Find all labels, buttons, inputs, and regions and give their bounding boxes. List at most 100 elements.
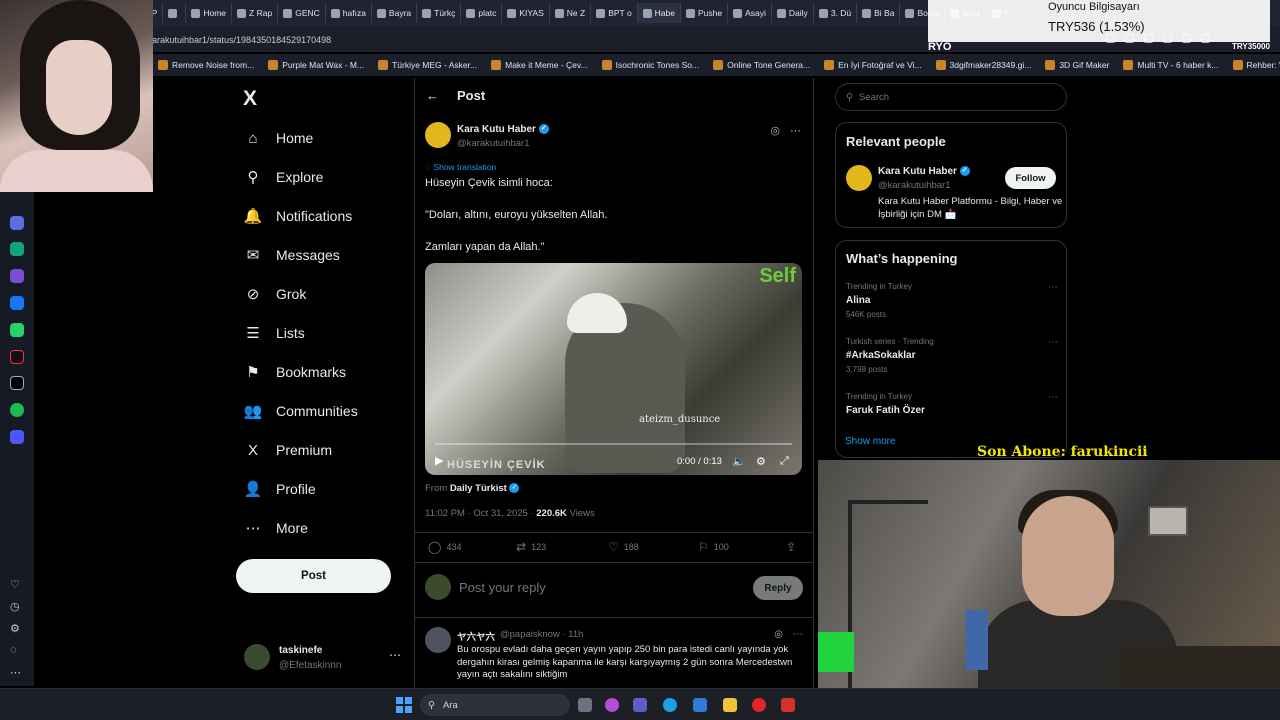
trend-item[interactable]: Trending in Turkey Alina 546K posts ⋯ — [846, 282, 1058, 319]
nav-item-grok[interactable]: ⊘ Grok — [244, 282, 307, 306]
browser-tab[interactable]: GENC — [278, 3, 326, 23]
bookmark-item[interactable]: Türkiye MEG - Asker... — [378, 60, 477, 70]
tiktok-icon[interactable] — [10, 350, 24, 364]
more-icon[interactable]: ⋯ — [389, 648, 401, 662]
follow-button[interactable]: Follow — [1005, 167, 1056, 189]
browser-tab[interactable]: Pushe — [681, 3, 729, 23]
reply-author-handle[interactable]: @papaisknow · 11h — [500, 629, 583, 640]
nav-item-more[interactable]: ⋯ More — [244, 516, 308, 540]
author-handle[interactable]: @karakutuihbar1 — [457, 138, 530, 149]
nav-item-communities[interactable]: 👥 Communities — [244, 399, 358, 423]
relevant-handle[interactable]: @karakutuihbar1 — [878, 180, 951, 191]
nav-item-home[interactable]: ⌂ Home — [244, 126, 313, 150]
x-icon[interactable] — [10, 376, 24, 390]
more-icon[interactable]: ⋯ — [10, 666, 21, 679]
reply-action[interactable]: ◯ 434 — [428, 540, 461, 554]
bulb-icon[interactable]: ◌ — [10, 644, 17, 656]
clock-icon[interactable]: ◷ — [10, 600, 20, 613]
browser-tab[interactable]: Türkç — [417, 3, 462, 23]
chatgpt-icon[interactable] — [10, 242, 24, 256]
browser-tab[interactable]: Home — [186, 3, 233, 23]
explorer-icon[interactable] — [723, 698, 737, 712]
avatar[interactable] — [425, 122, 451, 148]
play-icon[interactable]: ▶ — [435, 454, 443, 467]
bookmark-item[interactable]: En İyi Fotoğraf ve Vi... — [824, 60, 922, 70]
browser-tab[interactable]: Bayra — [372, 3, 418, 23]
more-icon[interactable]: ⋯ — [790, 124, 801, 137]
post-timestamp[interactable]: 11:02 PM · Oct 31, 2025 · — [425, 508, 534, 519]
search-input[interactable]: ⚲ Search — [835, 83, 1067, 111]
trend-item[interactable]: Trending in Turkey Faruk Fatih Özer ⋯ — [846, 392, 1058, 416]
nav-item-notifications[interactable]: 🔔 Notifications — [244, 204, 353, 228]
nav-item-profile[interactable]: 👤 Profile — [244, 477, 316, 501]
bookmark-item[interactable]: 3D Gif Maker — [1045, 60, 1109, 70]
trend-item[interactable]: Turkish series · Trending #ArkaSokaklar … — [846, 337, 1058, 374]
bookmark-item[interactable]: Make it Meme - Çev... — [491, 60, 588, 70]
more-icon[interactable]: ⋯ — [793, 629, 803, 640]
teams-icon[interactable] — [633, 698, 647, 712]
store-icon[interactable] — [693, 698, 707, 712]
copilot-icon[interactable] — [605, 698, 619, 712]
nav-item-premium[interactable]: X Premium — [244, 438, 332, 462]
windows-start-icon[interactable] — [396, 697, 412, 713]
bookmark-item[interactable]: Multi TV - 6 haber k... — [1123, 60, 1219, 70]
fullscreen-icon[interactable]: ⤢ — [780, 455, 789, 468]
volume-icon[interactable]: 🔈 — [732, 455, 746, 468]
show-translation-link[interactable]: ◌ Show translation — [426, 162, 496, 172]
browser-tab[interactable]: Bi Ba — [857, 3, 901, 23]
reply-input[interactable]: Post your reply — [459, 580, 546, 595]
x-logo[interactable]: X — [243, 87, 257, 111]
settings-gear-icon[interactable]: ⚙ — [756, 455, 766, 468]
source-account-link[interactable]: Daily Türkist — [450, 483, 507, 494]
like-action[interactable]: ♡ 188 — [608, 540, 639, 554]
edge-icon[interactable] — [663, 698, 677, 712]
app-icon[interactable] — [10, 269, 24, 283]
settings-icon[interactable]: ⚙ — [10, 622, 20, 635]
browser-tab[interactable]: Z Rap — [232, 3, 279, 23]
taskbar-search[interactable]: ⚲ Ara — [420, 694, 570, 716]
whatsapp-icon[interactable] — [10, 323, 24, 337]
browser-tab[interactable]: KIYAS — [502, 3, 550, 23]
author-name[interactable]: Kara Kutu Haber ✓ — [457, 124, 549, 135]
reply-button[interactable]: Reply — [753, 576, 803, 600]
app-icon[interactable] — [10, 216, 24, 230]
avatar[interactable] — [846, 165, 872, 191]
browser-tab[interactable]: Ne Z — [550, 3, 592, 23]
bookmark-item[interactable]: Isochronic Tones So... — [601, 60, 699, 70]
grok-icon[interactable]: ◎ — [774, 629, 783, 640]
relevant-name[interactable]: Kara Kutu Haber ✓ — [878, 166, 970, 177]
more-icon[interactable]: ⋯ — [1048, 337, 1058, 348]
nav-item-explore[interactable]: ⚲ Explore — [244, 165, 324, 189]
bookmark-item[interactable]: Remove Noise from... — [158, 60, 254, 70]
more-icon[interactable]: ⋯ — [1048, 282, 1058, 293]
spotify-icon[interactable] — [10, 403, 24, 417]
share-action[interactable]: ⇪ — [786, 540, 796, 554]
bookmark-action[interactable]: ⚐ 100 — [698, 540, 729, 554]
browser-tab[interactable]: BPT o — [591, 3, 638, 23]
account-switcher[interactable]: taskinefe @Efetaskinnn ⋯ — [244, 644, 404, 676]
nav-item-bookmarks[interactable]: ⚑ Bookmarks — [244, 360, 346, 384]
more-icon[interactable]: ⋯ — [1048, 392, 1058, 403]
video-player[interactable]: Self ateizm_dusunce HÜSEYİN ÇEVİK ▶ 0:00… — [425, 263, 802, 475]
browser-tab[interactable]: Habe — [637, 3, 681, 23]
opera-icon[interactable] — [752, 698, 766, 712]
bookmark-item[interactable]: 3dgifmaker28349.gi... — [935, 60, 1031, 70]
bookmark-item[interactable]: Purple Mat Wax - M... — [268, 60, 364, 70]
bookmark-item[interactable]: Online Tone Genera... — [713, 60, 810, 70]
browser-tab[interactable]: Daily — [772, 3, 814, 23]
heart-icon[interactable]: ♡ — [10, 578, 20, 591]
bookmark-item[interactable]: Rehber: Windows 1... — [1232, 60, 1280, 70]
messenger-icon[interactable] — [10, 296, 24, 310]
show-more-link[interactable]: Show more — [845, 436, 896, 447]
task-view-icon[interactable] — [578, 698, 592, 712]
video-progress-bar[interactable] — [435, 443, 792, 445]
nav-item-lists[interactable]: ☰ Lists — [244, 321, 305, 345]
browser-tab[interactable]: 3. Dü — [814, 3, 858, 23]
post-button[interactable]: Post — [236, 559, 391, 593]
browser-tab[interactable]: Asayi — [728, 3, 772, 23]
browser-tab[interactable]: platc — [461, 3, 503, 23]
reply-author-name[interactable]: ヤ六ヤ六 — [457, 629, 495, 643]
reply-post[interactable]: ヤ六ヤ六 @papaisknow · 11h ◎ ⋯ Bu orospu evla… — [425, 627, 805, 687]
nav-item-messages[interactable]: ✉ Messages — [244, 243, 340, 267]
app-icon[interactable] — [781, 698, 795, 712]
